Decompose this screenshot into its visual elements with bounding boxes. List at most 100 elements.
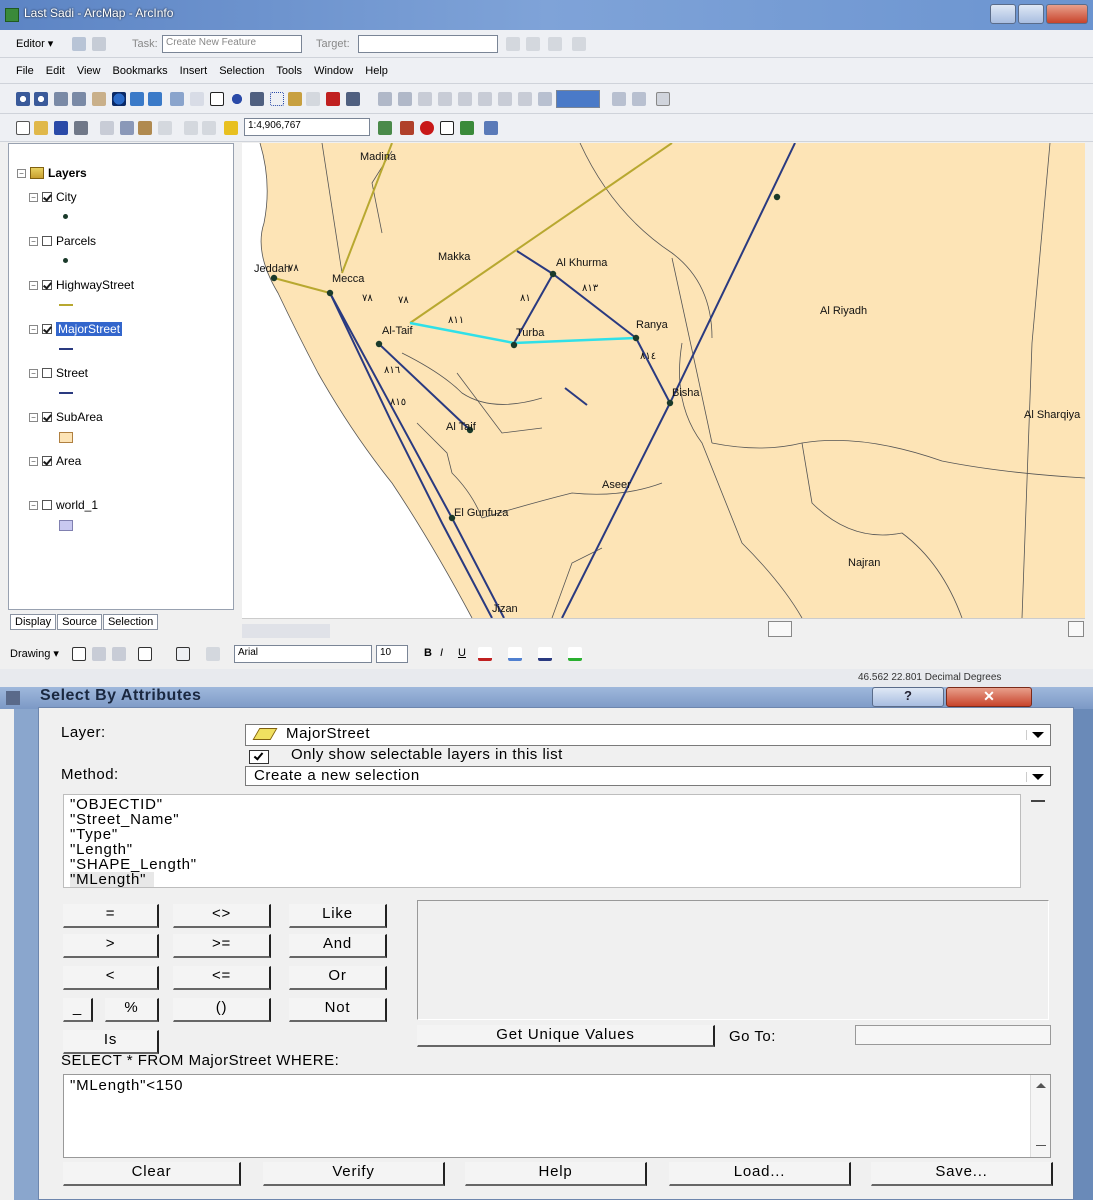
menu-window[interactable]: Window xyxy=(314,65,353,77)
line-color-icon[interactable] xyxy=(538,647,552,661)
underline-button[interactable]: U xyxy=(458,647,466,659)
field-item[interactable]: "Street_Name" xyxy=(70,812,1014,827)
editor-menu-button[interactable]: Editor ▾ xyxy=(16,37,53,50)
flicker-icon[interactable] xyxy=(632,92,646,106)
layer-name[interactable]: SubArea xyxy=(56,410,103,424)
map-canvas[interactable] xyxy=(242,143,1085,618)
add-data-icon[interactable] xyxy=(224,121,238,135)
effects-2-icon[interactable] xyxy=(398,92,412,106)
toc-layer-row[interactable]: − HighwayStreet xyxy=(29,278,134,292)
collapse-icon[interactable]: − xyxy=(17,168,26,178)
undo-icon[interactable] xyxy=(184,121,198,135)
cut-icon[interactable] xyxy=(100,121,114,135)
table-icon[interactable] xyxy=(548,37,562,51)
help-button[interactable]: Help xyxy=(465,1162,647,1186)
field-list-scroll-icon[interactable] xyxy=(1031,796,1045,802)
effects-8-icon[interactable] xyxy=(518,92,532,106)
verify-button[interactable]: Verify xyxy=(263,1162,445,1186)
layer-visibility-checkbox[interactable] xyxy=(42,368,52,378)
clear-button[interactable]: Clear xyxy=(63,1162,241,1186)
field-list[interactable]: "OBJECTID" "Street_Name" "Type" "Length" "SH… xyxy=(63,794,1021,888)
toc-layer-row[interactable]: − SubArea xyxy=(29,410,103,424)
edit-vertices-icon[interactable] xyxy=(206,647,220,661)
menu-help[interactable]: Help xyxy=(365,65,388,77)
operator-le-button[interactable]: <= xyxy=(173,966,271,990)
effects-9-icon[interactable] xyxy=(538,92,552,106)
method-dropdown-arrow[interactable] xyxy=(1026,772,1046,782)
pan-icon[interactable] xyxy=(92,92,106,106)
full-extent-icon[interactable] xyxy=(112,92,126,106)
effects-1-icon[interactable] xyxy=(378,92,392,106)
save-button[interactable]: Save... xyxy=(871,1162,1053,1186)
command-line-icon[interactable] xyxy=(440,121,454,135)
effects-5-icon[interactable] xyxy=(458,92,472,106)
edit-tool-icon[interactable] xyxy=(72,37,86,51)
menu-view[interactable]: View xyxy=(77,65,101,77)
goto-input[interactable] xyxy=(855,1025,1051,1045)
forward-icon[interactable] xyxy=(148,92,162,106)
toc-layer-row[interactable]: − City xyxy=(29,190,77,204)
layer-visibility-checkbox[interactable] xyxy=(42,456,52,466)
new-icon[interactable] xyxy=(16,121,30,135)
sketch-tool-icon[interactable] xyxy=(92,37,106,51)
fill-color-icon[interactable] xyxy=(508,647,522,661)
toc-root-row[interactable]: − Layers xyxy=(17,166,87,180)
menu-selection[interactable]: Selection xyxy=(219,65,264,77)
text-tool-icon[interactable] xyxy=(176,647,190,661)
tab-source[interactable]: Source xyxy=(57,614,102,630)
operator-ne-button[interactable]: <> xyxy=(173,904,271,928)
georef-icon[interactable] xyxy=(346,92,360,106)
collapse-icon[interactable]: − xyxy=(29,500,38,510)
redo-icon[interactable] xyxy=(202,121,216,135)
unique-values-list[interactable] xyxy=(417,900,1049,1020)
select-features-icon[interactable] xyxy=(170,92,184,106)
grid-icon[interactable] xyxy=(572,37,586,51)
get-unique-values-button[interactable]: Get Unique Values xyxy=(417,1025,715,1047)
map-view[interactable]: Madina Makka Jeddah Mecca Al Khurma Al Riyadh… xyxy=(242,143,1085,618)
adjust-icon[interactable] xyxy=(656,92,670,106)
menu-edit[interactable]: Edit xyxy=(46,65,65,77)
hyperlink-icon[interactable] xyxy=(270,92,284,106)
font-color-icon[interactable] xyxy=(478,647,492,661)
save-icon[interactable] xyxy=(54,121,68,135)
sql-scrollbar[interactable] xyxy=(1030,1075,1050,1157)
arctoolbox-icon[interactable] xyxy=(400,121,414,135)
scroll-right-arrow[interactable] xyxy=(1068,621,1084,637)
scroll-thumb[interactable] xyxy=(768,621,792,637)
effects-4-icon[interactable] xyxy=(438,92,452,106)
layer-visibility-checkbox[interactable] xyxy=(42,412,52,422)
copy-icon[interactable] xyxy=(120,121,134,135)
print-icon[interactable] xyxy=(74,121,88,135)
font-size-dropdown[interactable]: 10 xyxy=(376,645,408,663)
fixed-zoom-out-icon[interactable] xyxy=(72,92,86,106)
only-selectable-checkbox[interactable] xyxy=(249,750,269,764)
layer-name[interactable]: City xyxy=(56,190,77,204)
field-item[interactable]: "OBJECTID" xyxy=(70,797,1014,812)
dialog-close-button[interactable]: ✕ xyxy=(946,687,1032,707)
editor-toolbar-icon[interactable] xyxy=(378,121,392,135)
find-route-icon[interactable] xyxy=(306,92,320,106)
map-horizontal-scrollbar[interactable] xyxy=(242,618,1085,640)
menu-bookmarks[interactable]: Bookmarks xyxy=(113,65,168,77)
operator-parens-button[interactable]: () xyxy=(173,998,271,1022)
layer-visibility-checkbox[interactable] xyxy=(42,280,52,290)
layer-visibility-checkbox[interactable] xyxy=(42,500,52,510)
marker-color-icon[interactable] xyxy=(568,647,582,661)
menu-tools[interactable]: Tools xyxy=(276,65,302,77)
layer-name[interactable]: world_1 xyxy=(56,498,98,512)
operator-is-button[interactable]: Is xyxy=(63,1030,159,1054)
task-dropdown[interactable]: Create New Feature xyxy=(162,35,302,53)
field-item[interactable]: "MLength" xyxy=(70,872,155,887)
layer-visibility-checkbox[interactable] xyxy=(42,236,52,246)
effects-7-icon[interactable] xyxy=(498,92,512,106)
collapse-icon[interactable]: − xyxy=(29,236,38,246)
bold-button[interactable]: B xyxy=(424,647,432,659)
delete-icon[interactable] xyxy=(158,121,172,135)
rotate-icon[interactable] xyxy=(92,647,106,661)
minimize-button[interactable] xyxy=(990,4,1016,24)
operator-and-button[interactable]: And xyxy=(289,934,387,958)
collapse-icon[interactable]: − xyxy=(29,324,38,334)
layer-dropdown-arrow[interactable] xyxy=(1026,730,1046,740)
field-item[interactable]: "Type" xyxy=(70,827,1014,842)
scroll-down-arrow[interactable] xyxy=(1036,1145,1046,1146)
